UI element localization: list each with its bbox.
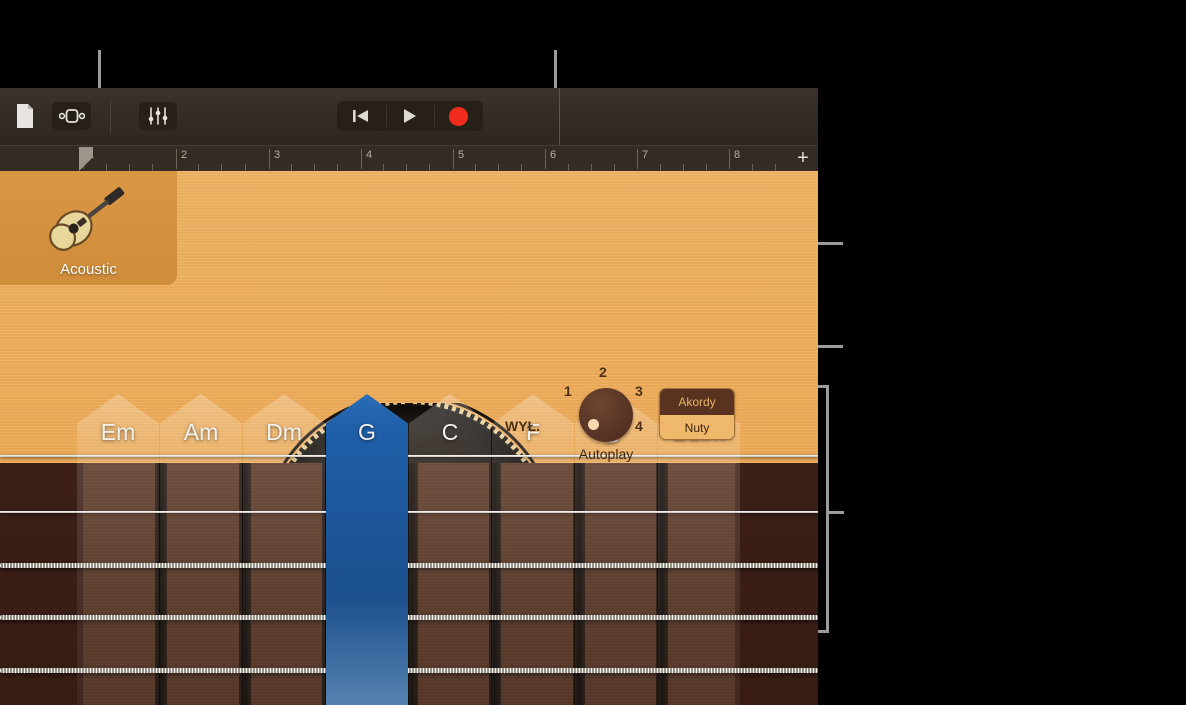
chord-strip-g[interactable]: G [326, 394, 408, 705]
ruler-bar-7: 7 [637, 149, 648, 169]
autoplay-label-2: 2 [599, 364, 607, 380]
autoplay-knob[interactable] [579, 388, 633, 442]
document-icon[interactable] [14, 102, 36, 130]
ruler-tick [567, 164, 569, 171]
toolbar: ? [0, 88, 818, 223]
tab-notes[interactable]: Nuty [660, 415, 734, 439]
timeline-ruler[interactable]: 1 2 3 4 5 6 7 8 + [0, 145, 818, 171]
ruler-tick [475, 164, 477, 171]
autoplay-control: WYŁ. 1 2 3 4 Autoplay [505, 364, 671, 462]
instrument-name: Acoustic [60, 261, 117, 278]
loop-browser-icon[interactable] [52, 102, 91, 130]
ruler-tick [752, 164, 754, 171]
ruler-bar-2: 2 [176, 149, 187, 169]
garageband-window: ? 1 2 3 4 5 6 7 8 + [0, 88, 818, 705]
chord-strip-dm[interactable]: Dm [243, 394, 325, 705]
chord-strip-c[interactable]: C [409, 394, 491, 705]
record-dot-icon [449, 106, 469, 126]
add-track-button[interactable]: + [792, 148, 814, 170]
chord-label: G [358, 419, 376, 445]
chord-strip-em[interactable]: Em [77, 394, 159, 705]
ruler-tick [313, 164, 315, 171]
ruler-tick [682, 164, 684, 171]
play-button[interactable] [385, 101, 435, 131]
ruler-bar-3: 3 [269, 149, 280, 169]
ruler-tick [498, 164, 500, 171]
ruler-tick [221, 164, 223, 171]
ruler-tick [659, 164, 661, 171]
ruler-tick [290, 164, 292, 171]
ruler-tick [429, 164, 431, 171]
guitar-icon [49, 187, 125, 251]
tab-chords[interactable]: Akordy [660, 389, 734, 415]
ruler-tick [706, 164, 708, 171]
autoplay-label-3: 3 [635, 383, 643, 399]
ruler-tick [244, 164, 246, 171]
chord-label: Dm [266, 419, 302, 445]
toolbar-divider-2 [559, 88, 560, 145]
transport-controls [337, 101, 483, 131]
autoplay-label-off: WYŁ. [505, 418, 540, 434]
callout-bracket-strings-stub [829, 511, 844, 514]
rewind-button[interactable] [337, 101, 386, 131]
view-mode-toggle: Akordy Nuty [659, 388, 735, 440]
autoplay-label-1: 1 [564, 383, 572, 399]
ruler-tick [382, 164, 384, 171]
ruler-tick [521, 164, 523, 171]
autoplay-title: Autoplay [578, 446, 634, 462]
screenshot-root: ? 1 2 3 4 5 6 7 8 + [0, 0, 1186, 705]
ruler-tick [336, 164, 338, 171]
ruler-bar-4: 4 [361, 149, 372, 169]
chord-label: C [441, 419, 459, 445]
ruler-tick [106, 164, 108, 171]
autoplay-label-4: 4 [635, 418, 643, 434]
chord-label: Am [183, 419, 219, 445]
ruler-bar-8: 8 [729, 149, 740, 169]
instrument-body: EmAmDmGCFB♭Bdim Acoustic [0, 171, 818, 705]
record-button[interactable] [434, 101, 483, 131]
chord-strip-am[interactable]: Am [160, 394, 242, 705]
instrument-card[interactable]: Acoustic [0, 171, 177, 285]
ruler-bar-5: 5 [453, 149, 464, 169]
autoplay-knob-indicator [588, 419, 599, 430]
ruler-tick [775, 164, 777, 171]
toolbar-divider [110, 100, 111, 133]
ruler-tick [129, 164, 131, 171]
ruler-bar-6: 6 [545, 149, 556, 169]
ruler-tick [198, 164, 200, 171]
chord-label: Em [100, 419, 136, 445]
ruler-tick [406, 164, 408, 171]
ruler-tick [590, 164, 592, 171]
track-controls-icon[interactable] [139, 102, 177, 130]
ruler-tick [613, 164, 615, 171]
ruler-tick [152, 164, 154, 171]
